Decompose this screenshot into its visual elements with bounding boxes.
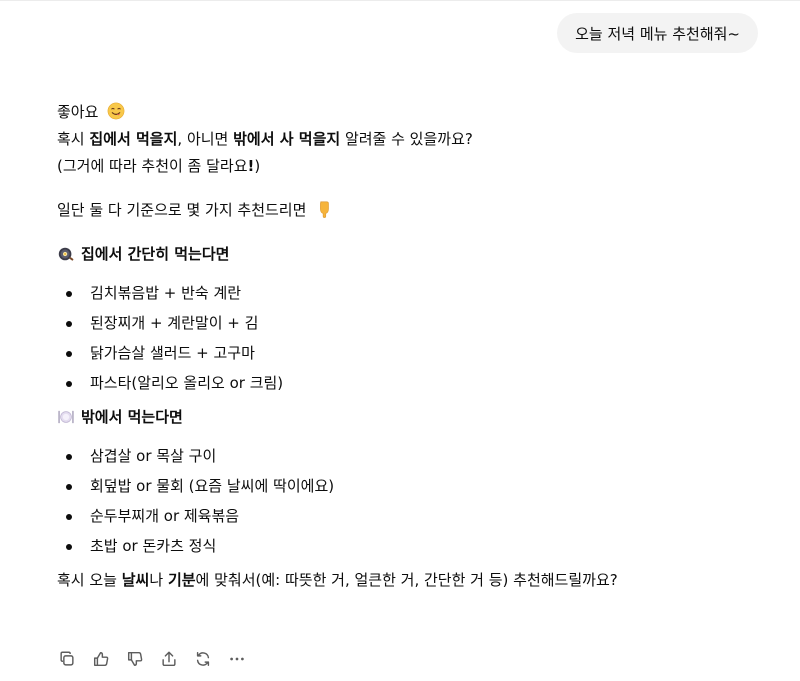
home-section-heading: 집에서 간단히 먹는다면: [57, 243, 777, 265]
greeting-text: 좋아요: [57, 103, 99, 121]
question-out-emphasis: 밖에서 사 먹을지: [233, 130, 341, 148]
assistant-message: 좋아요 혹시 집에서 먹을지, 아니면 밖에서 사 먹을지 알려줄 수 있을까요…: [57, 96, 777, 590]
home-list: 김치볶음밥 + 반숙 계란 된장찌개 + 계란말이 + 김 닭가슴살 샐러드 +…: [57, 283, 777, 393]
bullet: [66, 514, 72, 520]
intro-text: 일단 둘 다 기준으로 몇 가지 추천드리면: [57, 201, 307, 219]
closing-text: 나: [149, 571, 168, 589]
list-item-text: 파스타(알리오 올리오 or 크림): [90, 374, 284, 392]
out-section-heading: 밖에서 먹는다면: [57, 406, 777, 428]
question-text: 혹시: [57, 130, 90, 148]
list-item: 김치볶음밥 + 반숙 계란: [57, 283, 777, 303]
bullet: [66, 484, 72, 490]
bullet: [66, 321, 72, 327]
intro-line: 일단 둘 다 기준으로 몇 가지 추천드리면: [57, 200, 777, 220]
yum-face-emoji: [107, 102, 125, 120]
list-item-text: 회덮밥 or 물회 (요즘 날씨에 딱이에요): [90, 477, 335, 495]
list-item-text: 삼겹살 or 목살 구이: [90, 447, 217, 465]
thumbs-up-icon: [93, 651, 109, 667]
closing-text: 에 맞춰서(예: 따뜻한 거, 얼큰한 거, 간단한 거 등) 추천해드릴까요?: [195, 571, 618, 589]
share-icon: [162, 651, 176, 667]
regenerate-icon: [196, 651, 210, 667]
list-item-text: 초밥 or 돈카츠 정식: [90, 537, 217, 555]
greeting-line: 좋아요: [57, 102, 777, 122]
note-text: ): [254, 157, 261, 175]
list-item: 삼겹살 or 목살 구이: [57, 446, 777, 466]
list-item: 된장찌개 + 계란말이 + 김: [57, 313, 777, 333]
out-section-title: 밖에서 먹는다면: [81, 408, 183, 426]
list-item: 순두부찌개 or 제육볶음: [57, 506, 777, 526]
bullet: [66, 351, 72, 357]
copy-button[interactable]: [57, 649, 77, 669]
list-item-text: 닭가슴살 샐러드 + 고구마: [90, 344, 255, 362]
regenerate-button[interactable]: [193, 649, 213, 669]
home-section-title: 집에서 간단히 먹는다면: [81, 245, 230, 263]
note-text: (그거에 따라 추천이 좀 달라요: [57, 157, 248, 175]
list-item-text: 순두부찌개 or 제육볶음: [90, 507, 240, 525]
pointing-down-emoji: [320, 201, 329, 218]
bullet: [66, 381, 72, 387]
list-item: 초밥 or 돈카츠 정식: [57, 536, 777, 556]
bullet: [66, 454, 72, 460]
cooking-pan-icon: [58, 247, 74, 261]
user-message-bubble: 오늘 저녁 메뉴 추천해줘~: [557, 13, 758, 53]
list-item: 파스타(알리오 올리오 or 크림): [57, 373, 777, 393]
top-divider: [0, 0, 800, 1]
question-text: 알려줄 수 있을까요?: [340, 130, 473, 148]
user-message-text: 오늘 저녁 메뉴 추천해줘~: [575, 24, 740, 43]
question-text: , 아니면: [177, 130, 234, 148]
list-item: 닭가슴살 샐러드 + 고구마: [57, 343, 777, 363]
thumbs-up-button[interactable]: [91, 649, 111, 669]
closing-mood-emphasis: 기분: [167, 571, 196, 589]
closing-weather-emphasis: 날씨: [121, 571, 150, 589]
thumbs-down-icon: [127, 651, 143, 667]
closing-text: 혹시 오늘: [57, 571, 122, 589]
bullet: [66, 291, 72, 297]
out-list: 삼겹살 or 목살 구이 회덮밥 or 물회 (요즘 날씨에 딱이에요) 순두부…: [57, 446, 777, 556]
message-action-bar: [57, 649, 247, 669]
question-home-emphasis: 집에서 먹을지: [89, 130, 178, 148]
more-icon: [230, 657, 244, 661]
list-item: 회덮밥 or 물회 (요즘 날씨에 딱이에요): [57, 476, 777, 496]
share-button[interactable]: [159, 649, 179, 669]
thumbs-down-button[interactable]: [125, 649, 145, 669]
question-line: 혹시 집에서 먹을지, 아니면 밖에서 사 먹을지 알려줄 수 있을까요?: [57, 129, 777, 149]
list-item-text: 김치볶음밥 + 반숙 계란: [90, 284, 242, 302]
list-item-text: 된장찌개 + 계란말이 + 김: [90, 314, 259, 332]
more-options-button[interactable]: [227, 649, 247, 669]
copy-icon: [60, 651, 74, 666]
note-line: (그거에 따라 추천이 좀 달라요!): [57, 156, 777, 176]
closing-line: 혹시 오늘 날씨나 기분에 맞춰서(예: 따뜻한 거, 얼큰한 거, 간단한 거…: [57, 570, 777, 590]
fork-knife-plate-icon: [58, 410, 74, 424]
bullet: [66, 544, 72, 550]
